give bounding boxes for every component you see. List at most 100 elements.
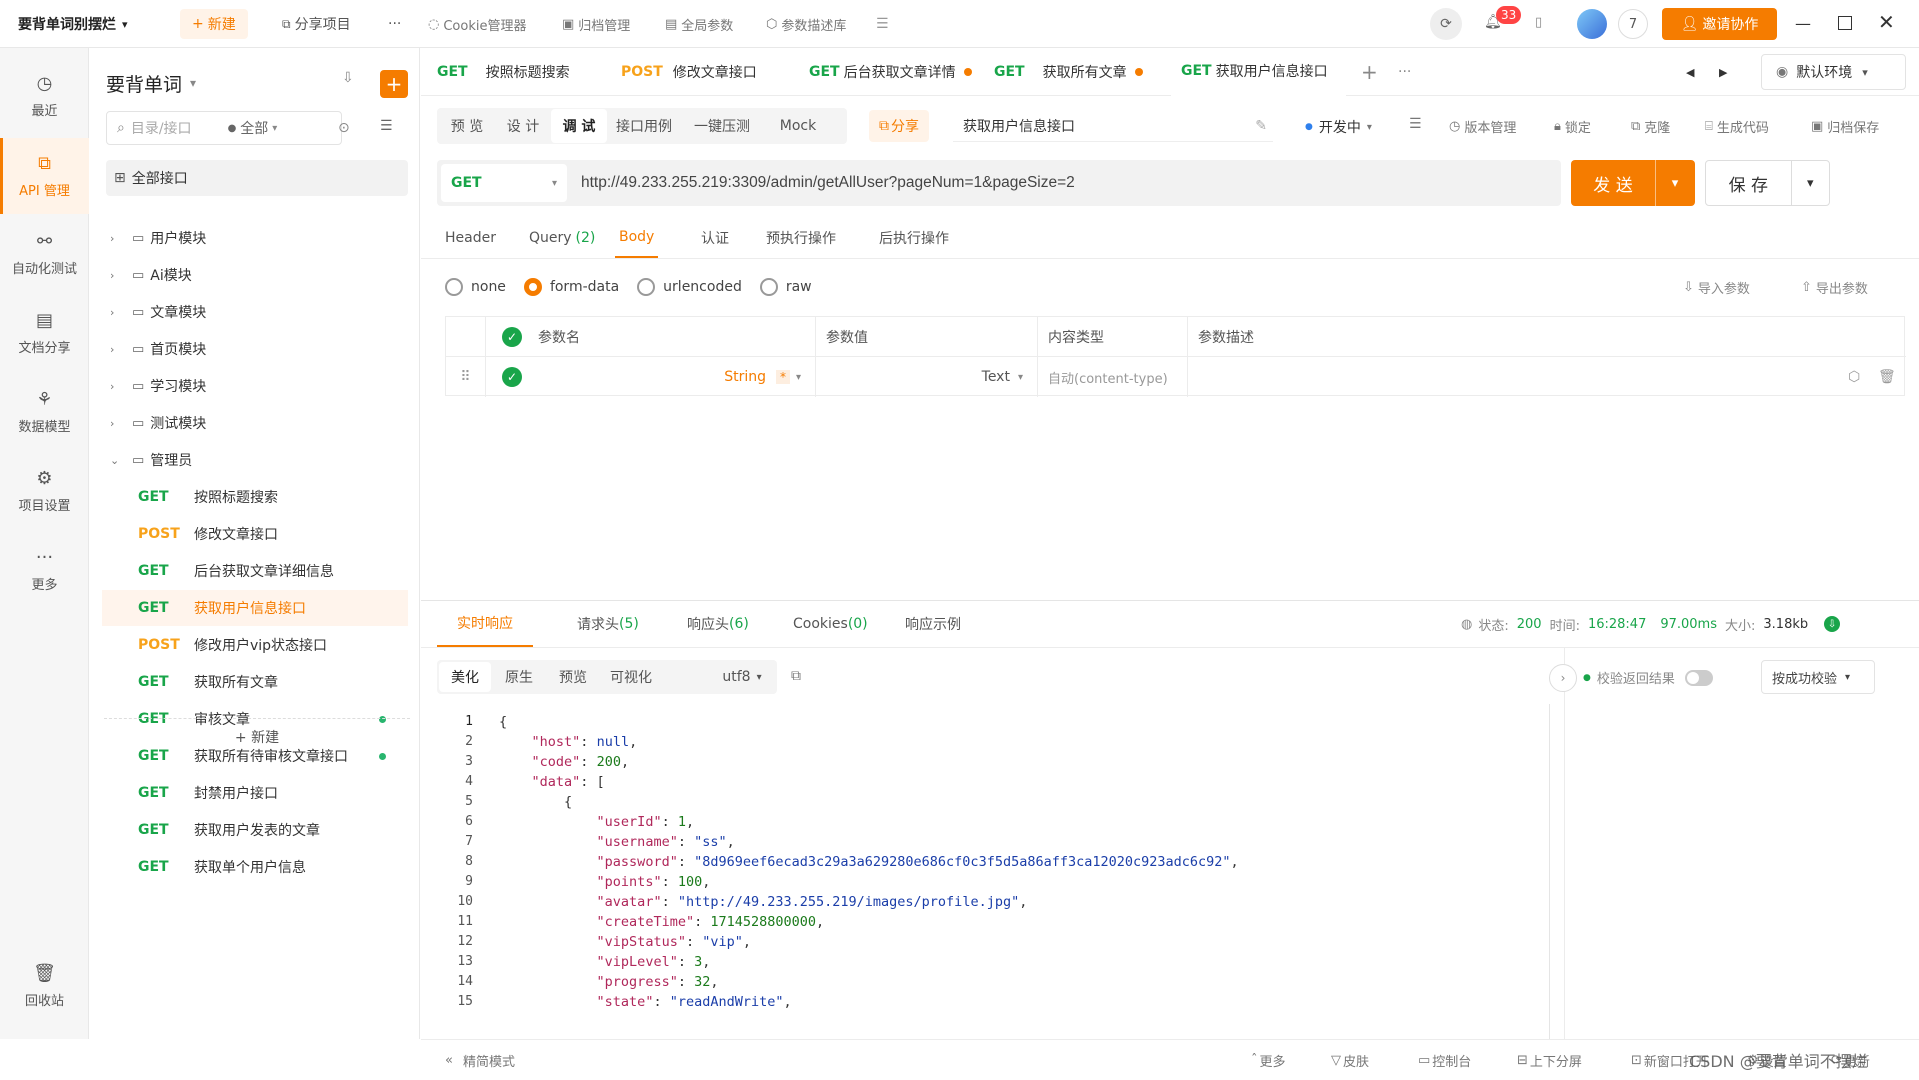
radio-form-data[interactable]: form-data bbox=[523, 278, 619, 296]
api-item[interactable]: POST 修改用户vip状态接口 bbox=[102, 627, 408, 663]
api-item[interactable]: GET 获取所有文章 bbox=[102, 664, 408, 700]
param-desc-cell[interactable] bbox=[1188, 357, 1906, 397]
reqtab-header[interactable]: Header bbox=[445, 218, 496, 258]
global-params-button[interactable]: ▤ 全局参数 bbox=[665, 0, 733, 48]
api-name-input[interactable]: 获取用户信息接口 ✎ bbox=[953, 110, 1273, 142]
drag-handle-icon[interactable]: ⠿ bbox=[446, 357, 486, 397]
archive-manager-button[interactable]: ▣ 归档管理 bbox=[562, 0, 630, 48]
locate-icon[interactable]: ⊙ bbox=[338, 120, 350, 136]
required-toggle[interactable]: * bbox=[775, 370, 790, 384]
radio-urlencoded[interactable]: urlencoded bbox=[637, 278, 742, 296]
check-all-icon[interactable]: ✓ bbox=[502, 327, 522, 347]
generate-code-button[interactable]: ⌸ 生成代码 bbox=[1705, 117, 1769, 136]
download-icon[interactable]: ⇩ bbox=[1824, 616, 1841, 632]
doc-icon[interactable]: ▯ bbox=[1535, 15, 1542, 30]
view-pretty[interactable]: 美化 bbox=[439, 662, 491, 692]
footer-skin[interactable]: ▽ 皮肤 bbox=[1331, 1040, 1369, 1080]
maximize-icon[interactable] bbox=[1838, 16, 1852, 30]
project-switcher[interactable]: 要背单词别摆烂 ▾ bbox=[18, 0, 128, 48]
subtab-preview[interactable]: 预 览 bbox=[439, 109, 495, 143]
resptab-cookies[interactable]: Cookies (0) bbox=[793, 601, 868, 647]
view-visualize[interactable]: 可视化 bbox=[601, 662, 661, 692]
close-icon[interactable]: ✕ bbox=[1878, 10, 1895, 34]
value-type-select[interactable]: Text bbox=[982, 369, 1010, 385]
nav-project-settings[interactable]: ⚙ 项目设置 bbox=[0, 455, 89, 527]
invite-button[interactable]: 👤︎ 邀请协作 bbox=[1662, 8, 1777, 40]
api-item[interactable]: GET 获取用户发表的文章 bbox=[102, 812, 408, 848]
add-button[interactable]: + bbox=[380, 70, 408, 98]
nav-recent[interactable]: ◷ 最近 bbox=[0, 60, 89, 132]
resptab-example[interactable]: 响应示例 bbox=[905, 601, 961, 647]
reqtab-post-script[interactable]: 后执行操作 bbox=[879, 218, 949, 258]
view-preview[interactable]: 预览 bbox=[547, 662, 599, 692]
scroll-right-icon[interactable]: ▶ bbox=[1719, 48, 1727, 96]
all-apis-item[interactable]: ⊞ 全部接口 bbox=[106, 160, 408, 196]
folder-ai[interactable]: › ▭ Ai模块 bbox=[106, 257, 412, 293]
avatar[interactable] bbox=[1577, 9, 1607, 39]
member-count[interactable]: 7 bbox=[1618, 9, 1648, 39]
save-button[interactable]: 保 存 ▾ bbox=[1705, 160, 1830, 206]
new-button[interactable]: + 新建 bbox=[180, 9, 248, 39]
sync-icon[interactable]: ⟳ bbox=[1430, 8, 1462, 40]
folder-test[interactable]: › ▭ 测试模块 bbox=[106, 405, 412, 441]
outline-icon[interactable]: ☰ bbox=[1409, 116, 1422, 132]
reqtab-pre-script[interactable]: 预执行操作 bbox=[766, 218, 836, 258]
resptab-request-headers[interactable]: 请求头 (5) bbox=[577, 601, 639, 647]
delete-icon[interactable]: 🗑︎ bbox=[1878, 369, 1896, 385]
import-params-button[interactable]: ⇩ 导入参数 bbox=[1683, 278, 1750, 297]
reqtab-auth[interactable]: 认证 bbox=[701, 218, 729, 258]
param-desc-lib-button[interactable]: ⬡ 参数描述库 bbox=[766, 0, 846, 48]
subtab-test-case[interactable]: 接口用例 bbox=[607, 109, 681, 143]
compact-mode-button[interactable]: « 精简模式 bbox=[445, 1040, 515, 1080]
footer-more[interactable]: ˆ 更多 bbox=[1251, 1040, 1286, 1080]
archive-save-button[interactable]: ▣ 归档保存 bbox=[1811, 117, 1879, 136]
expand-panel-icon[interactable]: › bbox=[1549, 664, 1577, 692]
api-item[interactable]: GET 获取单个用户信息 bbox=[102, 849, 408, 885]
param-name-cell[interactable]: ✓ String * ▾ bbox=[486, 357, 816, 397]
resptab-response-headers[interactable]: 响应头 (6) bbox=[687, 601, 749, 647]
tab-article-detail[interactable]: GET 后台获取文章详情 bbox=[809, 48, 972, 96]
tab-all-articles[interactable]: GET 获取所有文章 bbox=[994, 48, 1143, 96]
clone-button[interactable]: ⧉ 克隆 bbox=[1631, 117, 1670, 136]
verify-switch[interactable] bbox=[1684, 669, 1713, 686]
folder-home[interactable]: › ▭ 首页模块 bbox=[106, 331, 412, 367]
tab-edit-article[interactable]: POST 修改文章接口 bbox=[621, 48, 757, 96]
radio-none[interactable]: none bbox=[445, 278, 506, 296]
environment-select[interactable]: ◉ 默认环境 ▾ bbox=[1761, 54, 1906, 90]
search-input[interactable]: ⌕ 目录/接口 ● 全部 ▾ bbox=[106, 111, 342, 145]
nav-automation-test[interactable]: ⚯ 自动化测试 bbox=[0, 218, 89, 290]
copy-icon[interactable]: ⧉ bbox=[791, 668, 801, 684]
view-raw[interactable]: 原生 bbox=[493, 662, 545, 692]
filter-select[interactable]: 全部 bbox=[240, 118, 268, 138]
more-tabs-icon[interactable]: ··· bbox=[1398, 48, 1411, 96]
api-item[interactable]: GET 按照标题搜索 bbox=[102, 479, 408, 515]
folder-study[interactable]: › ▭ 学习模块 bbox=[106, 368, 412, 404]
folder-users[interactable]: › ▭ 用户模块 bbox=[106, 220, 412, 256]
method-select[interactable]: GET ▾ bbox=[441, 164, 567, 202]
resptab-realtime[interactable]: 实时响应 bbox=[437, 601, 533, 647]
minimize-icon[interactable]: — bbox=[1795, 14, 1811, 33]
scroll-left-icon[interactable]: ◀ bbox=[1686, 48, 1694, 96]
row-check-icon[interactable]: ✓ bbox=[502, 367, 522, 387]
content-type-cell[interactable]: 自动(content-type) bbox=[1038, 357, 1188, 397]
tab-search-by-title[interactable]: GET 按照标题搜索 bbox=[437, 48, 570, 96]
subtab-mock[interactable]: Mock bbox=[763, 109, 833, 143]
cookie-manager-button[interactable]: ◌ Cookie管理器 bbox=[428, 0, 526, 48]
footer-split[interactable]: ⊟ 上下分屏 bbox=[1517, 1040, 1582, 1080]
add-tab-icon[interactable]: + bbox=[1361, 48, 1378, 96]
import-icon[interactable]: ⇩ bbox=[342, 70, 354, 86]
reqtab-body[interactable]: Body bbox=[615, 218, 659, 258]
folder-admin[interactable]: ⌄ ▭ 管理员 bbox=[106, 442, 412, 478]
share-button[interactable]: ⧉ 分享 bbox=[869, 110, 929, 142]
api-item[interactable]: POST 修改文章接口 bbox=[102, 516, 408, 552]
lock-button[interactable]: 🔒︎ 锁定 bbox=[1554, 117, 1591, 136]
url-input[interactable]: http://49.233.255.219:3309/admin/getAllU… bbox=[581, 174, 1075, 192]
export-params-button[interactable]: ⇧ 导出参数 bbox=[1801, 278, 1868, 297]
subtab-debug[interactable]: 调 试 bbox=[551, 109, 607, 143]
api-item[interactable]: GET 封禁用户接口 bbox=[102, 775, 408, 811]
param-type-select[interactable]: String bbox=[724, 369, 766, 385]
verify-mode-select[interactable]: 按成功校验 ▾ bbox=[1761, 660, 1875, 694]
api-item[interactable]: GET 获取用户信息接口 bbox=[102, 590, 408, 626]
version-manage-button[interactable]: ◷ 版本管理 bbox=[1449, 117, 1516, 136]
nav-doc-share[interactable]: ▤ 文档分享 bbox=[0, 297, 89, 369]
